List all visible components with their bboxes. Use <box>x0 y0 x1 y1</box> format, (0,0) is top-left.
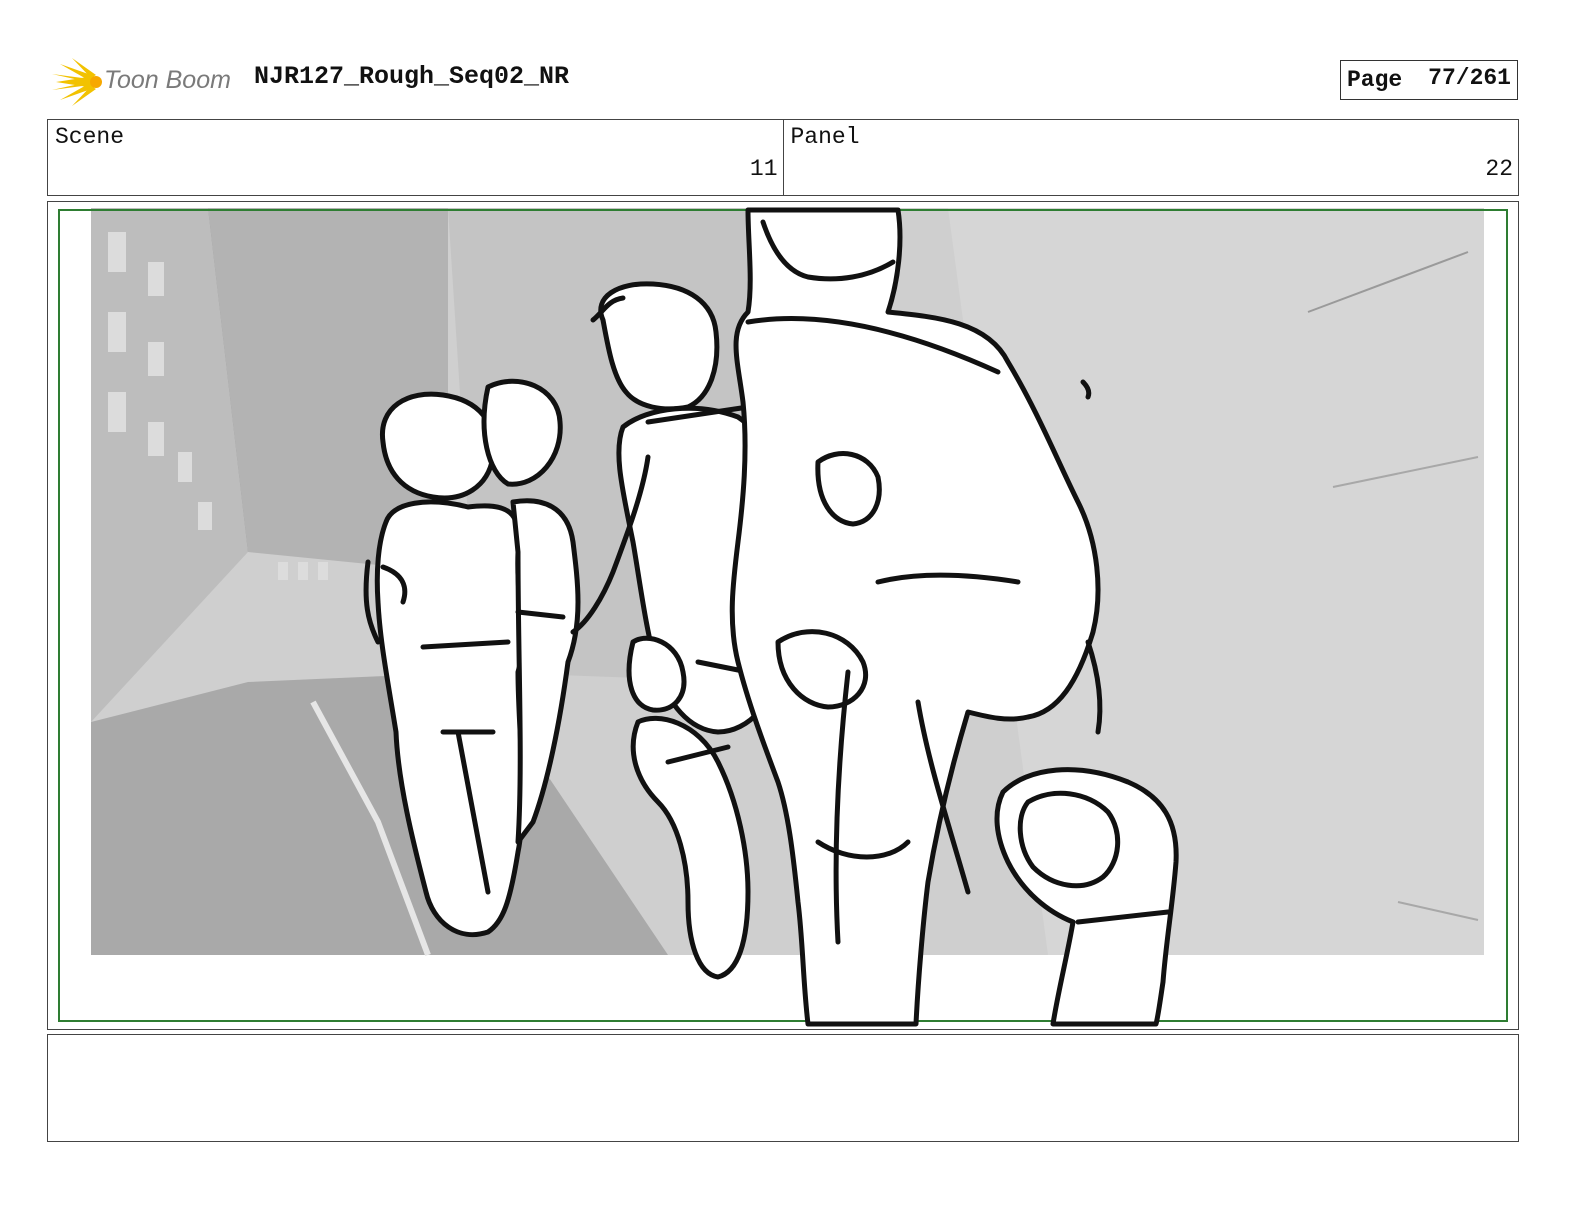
panel-cell: Panel 22 <box>782 120 1519 195</box>
scene-value: 11 <box>749 156 778 182</box>
page-label: Page <box>1347 67 1403 93</box>
page-indicator: Page 77/261 <box>1340 60 1518 100</box>
brand-name: Toon Boom <box>104 66 231 94</box>
page-number: 77/261 <box>1428 65 1511 91</box>
panel-label: Panel <box>790 124 860 150</box>
toon-boom-logo: Toon Boom <box>50 54 240 110</box>
flare-icon <box>52 58 102 106</box>
notes-box <box>47 1034 1519 1142</box>
panel-sketch <box>58 207 1508 1027</box>
scene-panel-row: Scene 11 Panel 22 <box>47 119 1519 196</box>
panel-value: 22 <box>1485 156 1513 182</box>
storyboard-panel <box>47 201 1519 1030</box>
scene-cell: Scene 11 <box>48 120 783 195</box>
scene-label: Scene <box>55 124 125 150</box>
document-title: NJR127_Rough_Seq02_NR <box>254 62 570 91</box>
